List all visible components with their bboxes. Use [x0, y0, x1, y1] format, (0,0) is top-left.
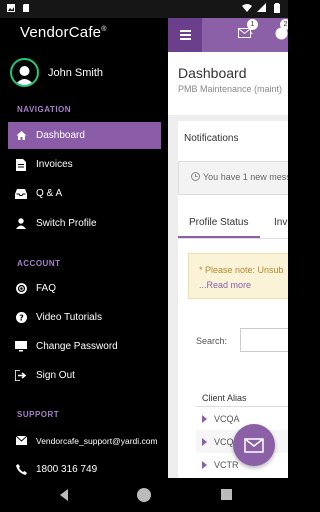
- sidebar-item-qa[interactable]: Q & A: [8, 180, 161, 207]
- notification-message[interactable]: You have 1 new mess: [178, 161, 288, 195]
- search-label: Search:: [196, 336, 228, 346]
- sidebar-item-label: Video Tutorials: [36, 312, 102, 323]
- dashboard-screen: 1 2 Dashboard PMB Maintenance (maint) No…: [168, 18, 288, 478]
- status-bar: [0, 0, 288, 18]
- system-navigation-bar: [0, 478, 288, 512]
- mail-badge: 1: [247, 19, 258, 30]
- notifications-title: Notifications: [184, 133, 239, 144]
- back-icon[interactable]: [60, 489, 68, 501]
- page-header: Dashboard PMB Maintenance (maint): [168, 52, 288, 115]
- person-icon: [15, 218, 27, 230]
- image-notification-icon: [7, 4, 15, 12]
- sidebar-item-label: FAQ: [36, 283, 57, 294]
- svg-text:?: ?: [19, 314, 24, 323]
- envelope-icon: [244, 437, 264, 453]
- sidebar-item-faq[interactable]: FAQ: [8, 275, 161, 302]
- section-support-label: SUPPORT: [17, 410, 60, 419]
- brand-logo: VendorCafe®: [20, 24, 107, 41]
- sidebar-item-sign-out[interactable]: Sign Out: [8, 362, 161, 389]
- support-phone: 1800 316 749: [36, 464, 98, 475]
- read-more-link[interactable]: ...Read more: [199, 278, 288, 293]
- lifebuoy-icon: [15, 283, 27, 295]
- sidebar-item-label: Q & A: [36, 188, 63, 199]
- sidebar-item-change-password[interactable]: Change Password: [8, 333, 161, 360]
- sidebar-item-label: Invoices: [36, 159, 73, 170]
- expand-arrow-icon: [202, 414, 207, 423]
- tab-invoices[interactable]: Inv: [274, 217, 287, 228]
- menu-button[interactable]: [168, 18, 202, 52]
- sd-card-icon: [23, 4, 29, 12]
- battery-icon: [274, 3, 280, 13]
- support-email: Vendorcafe_support@yardi.com: [36, 435, 158, 446]
- notifications-card: Notifications You have 1 new mess: [178, 121, 288, 203]
- envelope-icon: [15, 435, 27, 447]
- navigation-drawer: VendorCafe® John Smith NAVIGATION Dashbo…: [0, 18, 168, 478]
- sidebar-item-label: Change Password: [36, 341, 118, 352]
- user-avatar-icon: [15, 66, 34, 85]
- sidebar-item-video-tutorials[interactable]: ? Video Tutorials: [8, 304, 161, 331]
- column-header-client-alias: Client Alias: [202, 393, 247, 403]
- page-title: Dashboard: [178, 65, 247, 81]
- sidebar-item-invoices[interactable]: Invoices: [8, 151, 161, 178]
- expand-arrow-icon: [202, 437, 207, 446]
- user-profile[interactable]: John Smith: [10, 58, 103, 87]
- home-button-icon[interactable]: [137, 488, 151, 502]
- avatar: [10, 58, 39, 87]
- support-email-link[interactable]: Vendorcafe_support@yardi.com: [8, 427, 161, 454]
- support-phone-link[interactable]: 1800 316 749: [8, 456, 161, 478]
- compose-message-button[interactable]: [233, 424, 275, 466]
- tab-profile-status[interactable]: Profile Status: [189, 217, 248, 228]
- recent-apps-icon[interactable]: [221, 489, 232, 500]
- sidebar-item-dashboard[interactable]: Dashboard: [8, 122, 161, 149]
- sign-out-icon: [15, 370, 27, 382]
- document-icon: [15, 158, 27, 171]
- unsubscribe-note: * Please note: Unsub ...Read more: [188, 253, 288, 299]
- inbox-icon: [15, 188, 27, 200]
- question-circle-icon: ?: [15, 312, 27, 324]
- page-subtitle: PMB Maintenance (maint): [178, 84, 283, 94]
- wifi-icon: [242, 4, 252, 12]
- user-name: John Smith: [48, 66, 104, 79]
- expand-arrow-icon: [202, 460, 207, 469]
- section-navigation-label: NAVIGATION: [17, 105, 72, 114]
- sidebar-item-label: Switch Profile: [36, 218, 97, 229]
- sidebar-item-switch-profile[interactable]: Switch Profile: [8, 210, 161, 237]
- home-icon: [15, 130, 27, 142]
- monitor-icon: [15, 341, 27, 353]
- app-bar: 1 2: [168, 18, 288, 52]
- second-badge: 2: [280, 19, 288, 30]
- sidebar-item-label: Sign Out: [36, 370, 75, 381]
- section-account-label: ACCOUNT: [17, 259, 61, 268]
- sidebar-item-label: Dashboard: [36, 130, 85, 141]
- clock-icon: [191, 172, 200, 181]
- signal-icon: [257, 3, 266, 12]
- phone-icon: [15, 464, 27, 476]
- search-input[interactable]: [240, 328, 288, 352]
